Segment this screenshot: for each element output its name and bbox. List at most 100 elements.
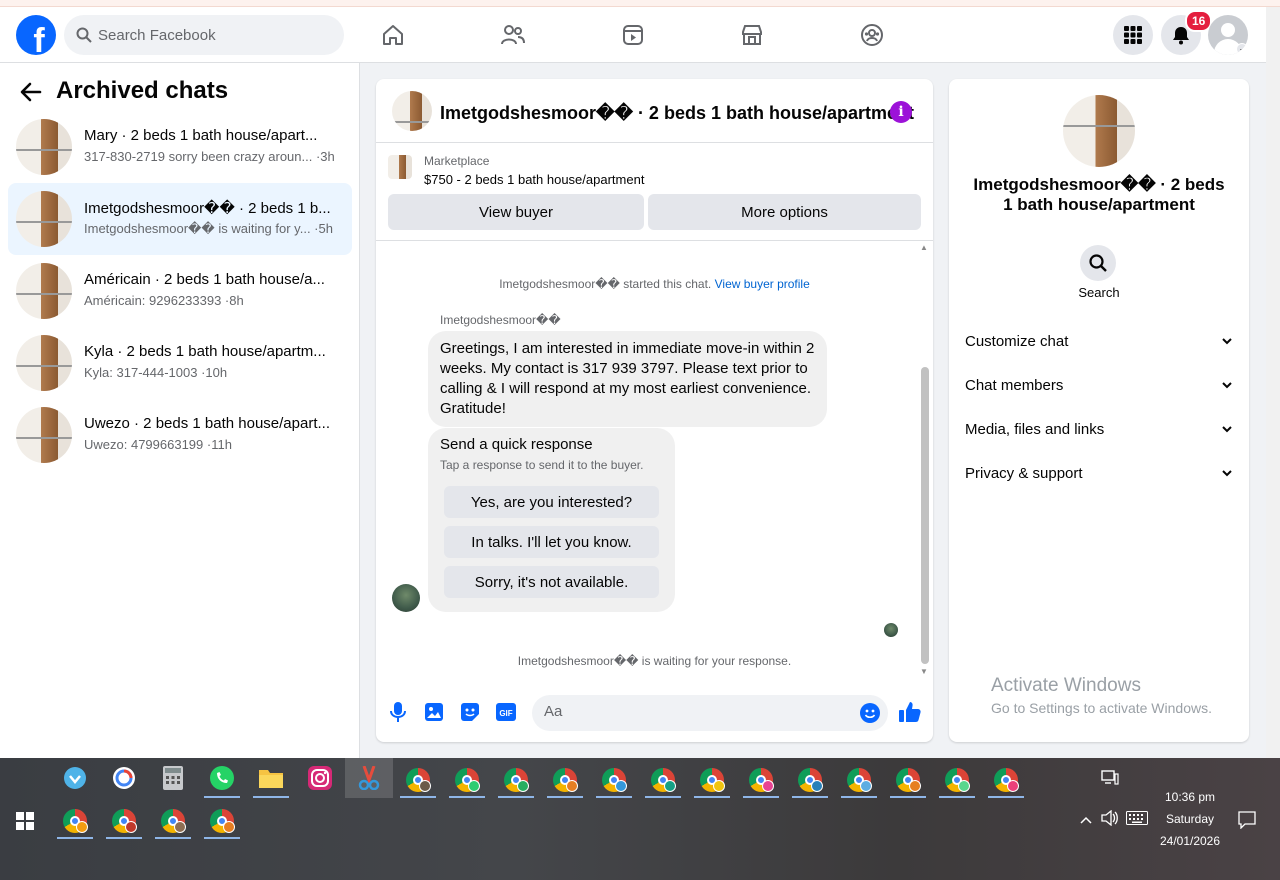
privacy-support-section[interactable]: Privacy & support bbox=[965, 455, 1233, 491]
chrome-profile-icon[interactable] bbox=[743, 762, 779, 798]
home-icon[interactable] bbox=[373, 17, 413, 53]
back-arrow-icon[interactable] bbox=[18, 79, 44, 105]
google-chrome-app-icon[interactable] bbox=[106, 760, 142, 796]
listing-thumbnail bbox=[388, 155, 412, 179]
chrome-profile-icon[interactable] bbox=[694, 762, 730, 798]
quick-response-option[interactable]: In talks. I'll let you know. bbox=[444, 526, 659, 558]
chrome-profile-icon[interactable] bbox=[547, 762, 583, 798]
chat-list-item[interactable]: Imetgodshesmoor�� · 2 beds 1 b... Imetgo… bbox=[8, 183, 352, 255]
app-running-indicator bbox=[694, 796, 730, 798]
menu-grid-button[interactable] bbox=[1113, 15, 1153, 55]
view-buyer-profile-link[interactable]: View buyer profile bbox=[715, 277, 810, 291]
quick-response-option[interactable]: Sorry, it's not available. bbox=[444, 566, 659, 598]
chat-snippet: Américain: 9296233393 ·8h bbox=[84, 293, 244, 308]
file-explorer-icon[interactable] bbox=[253, 760, 289, 796]
svg-text:GIF: GIF bbox=[499, 709, 512, 718]
watch-icon[interactable] bbox=[613, 17, 653, 53]
chat-name: Imetgodshesmoor�� · 2 beds 1 b... bbox=[84, 200, 331, 217]
listing-thumbnail bbox=[16, 335, 72, 391]
facebook-logo[interactable]: f bbox=[16, 15, 56, 55]
chrome-profile-icon[interactable] bbox=[939, 762, 975, 798]
snipping-tool-icon[interactable] bbox=[345, 758, 393, 798]
chrome-profile-icon[interactable] bbox=[449, 762, 485, 798]
notification-center-icon[interactable] bbox=[1238, 811, 1256, 834]
view-buyer-button[interactable]: View buyer bbox=[388, 194, 644, 230]
listing-thumbnail bbox=[16, 119, 72, 175]
whatsapp-icon[interactable] bbox=[204, 760, 240, 796]
chat-snippet: 317-830-2719 sorry been crazy aroun... ·… bbox=[84, 149, 335, 164]
message-input-box[interactable] bbox=[532, 695, 888, 731]
chat-members-section[interactable]: Chat members bbox=[965, 367, 1233, 403]
clock-time[interactable]: 10:36 pm bbox=[1150, 790, 1230, 804]
message-bubble[interactable]: Greetings, I am interested in immediate … bbox=[428, 331, 827, 427]
archived-chats-panel: Archived chats Mary · 2 beds 1 bath hous… bbox=[0, 63, 360, 758]
scrollbar-thumb[interactable] bbox=[921, 367, 929, 664]
quick-response-option[interactable]: Yes, are you interested? bbox=[444, 486, 659, 518]
chat-list-item[interactable]: Américain · 2 beds 1 bath house/a... Amé… bbox=[8, 255, 352, 327]
chrome-profile-icon[interactable] bbox=[204, 803, 240, 839]
friends-icon[interactable] bbox=[493, 17, 533, 53]
instagram-icon[interactable] bbox=[302, 760, 338, 796]
network-icon[interactable] bbox=[1101, 770, 1119, 791]
microphone-icon[interactable] bbox=[387, 701, 409, 723]
page-scrollbar[interactable] bbox=[1266, 7, 1280, 758]
chrome-profile-icon[interactable] bbox=[596, 762, 632, 798]
message-input[interactable] bbox=[544, 703, 844, 720]
chrome-profile-icon[interactable] bbox=[498, 762, 534, 798]
chrome-profile-icon[interactable] bbox=[792, 762, 828, 798]
keyboard-icon[interactable] bbox=[1126, 811, 1148, 830]
media-files-links-section[interactable]: Media, files and links bbox=[965, 411, 1233, 447]
browser-top-strip bbox=[0, 0, 1280, 7]
search-input[interactable] bbox=[98, 26, 318, 44]
more-options-button[interactable]: More options bbox=[648, 194, 921, 230]
chrome-profile-icon[interactable] bbox=[106, 803, 142, 839]
chrome-profile-icon[interactable] bbox=[155, 803, 191, 839]
like-icon[interactable] bbox=[899, 701, 921, 723]
chrome-profile-icon[interactable] bbox=[890, 762, 926, 798]
account-avatar[interactable]: ⌄ bbox=[1208, 15, 1248, 55]
chevron-up-icon[interactable] bbox=[1079, 812, 1093, 830]
chat-name: Américain · 2 beds 1 bath house/a... bbox=[84, 271, 325, 288]
conversation-title[interactable]: Imetgodshesmoor�� · 2 beds 1 bath house/… bbox=[440, 103, 914, 124]
gif-icon[interactable]: GIF bbox=[495, 701, 517, 723]
grid-icon bbox=[1124, 26, 1142, 44]
windows-start-icon[interactable] bbox=[16, 812, 34, 830]
chrome-profile-icon[interactable] bbox=[988, 762, 1024, 798]
message-scrollbar[interactable]: ▲ ▼ bbox=[917, 241, 933, 681]
calculator-icon[interactable] bbox=[155, 760, 191, 796]
customize-chat-section[interactable]: Customize chat bbox=[965, 323, 1233, 359]
chrome-profile-icon[interactable] bbox=[841, 762, 877, 798]
scroll-down-arrow-icon[interactable]: ▼ bbox=[920, 667, 928, 676]
app-running-indicator bbox=[155, 837, 191, 839]
clock-day[interactable]: Saturday bbox=[1150, 812, 1230, 826]
app-running-indicator bbox=[890, 796, 926, 798]
listing-thumbnail[interactable] bbox=[392, 91, 432, 131]
chrome-profile-icon[interactable] bbox=[645, 762, 681, 798]
chat-name: Kyla · 2 beds 1 bath house/apartm... bbox=[84, 343, 326, 360]
listing-thumbnail bbox=[16, 263, 72, 319]
listing-price-title[interactable]: $750 - 2 beds 1 bath house/apartment bbox=[424, 172, 644, 187]
scroll-up-arrow-icon[interactable]: ▲ bbox=[920, 243, 928, 252]
buyer-avatar[interactable] bbox=[392, 584, 420, 612]
listing-thumbnail bbox=[16, 407, 72, 463]
groups-icon[interactable] bbox=[852, 17, 892, 53]
chat-list-item[interactable]: Uwezo · 2 beds 1 bath house/apart... Uwe… bbox=[8, 399, 352, 471]
clock-date[interactable]: 24/01/2026 bbox=[1150, 834, 1230, 848]
chat-list-item[interactable]: Kyla · 2 beds 1 bath house/apartm... Kyl… bbox=[8, 327, 352, 399]
chat-list-item[interactable]: Mary · 2 beds 1 bath house/apart... 317-… bbox=[8, 111, 352, 183]
marketplace-icon[interactable] bbox=[732, 17, 772, 53]
photo-icon[interactable] bbox=[423, 701, 445, 723]
info-icon[interactable]: i bbox=[890, 101, 912, 123]
listing-thumbnail bbox=[1063, 95, 1135, 167]
app-icon-1[interactable] bbox=[57, 760, 93, 796]
quick-response-card: Send a quick response Tap a response to … bbox=[428, 428, 675, 612]
chat-started-notice: Imetgodshesmoor�� started this chat. Vie… bbox=[376, 277, 933, 291]
app-running-indicator bbox=[204, 796, 240, 798]
chrome-profile-icon[interactable] bbox=[400, 762, 436, 798]
search-in-chat-button[interactable] bbox=[1080, 245, 1116, 281]
chrome-profile-icon[interactable] bbox=[57, 803, 93, 839]
volume-icon[interactable] bbox=[1101, 809, 1119, 831]
sticker-icon[interactable] bbox=[459, 701, 481, 723]
search-bar[interactable] bbox=[64, 15, 344, 55]
emoji-icon[interactable] bbox=[860, 703, 880, 728]
